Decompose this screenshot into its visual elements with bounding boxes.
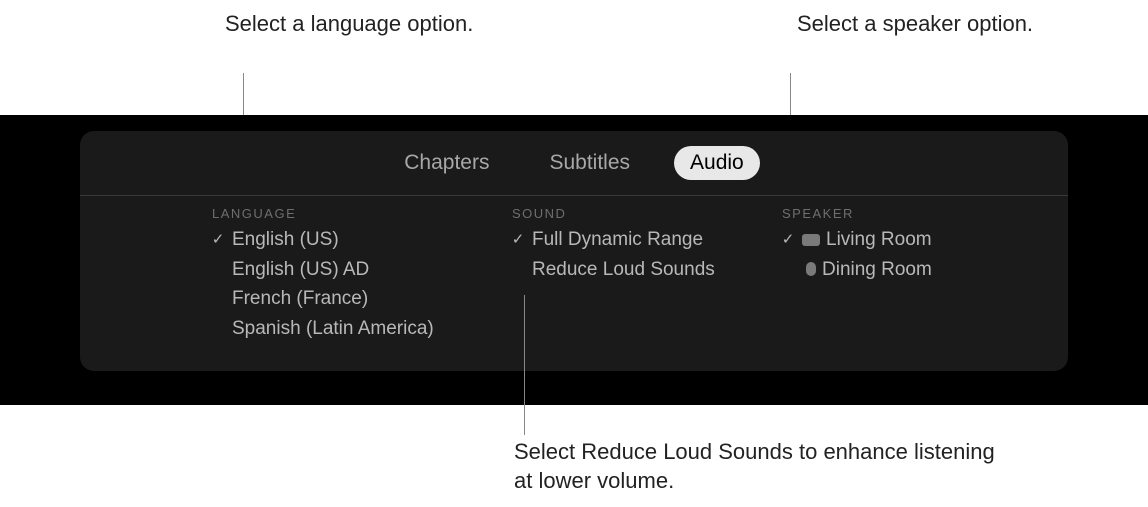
language-option-label: Spanish (Latin America)	[232, 316, 434, 342]
sound-option-label: Full Dynamic Range	[532, 227, 703, 253]
callout-sound-text: Select Reduce Loud Sounds to enhance lis…	[514, 439, 995, 493]
tab-audio-label: Audio	[690, 151, 744, 174]
check-icon: ✓	[210, 230, 226, 250]
callout-sound: Select Reduce Loud Sounds to enhance lis…	[514, 438, 1014, 495]
speaker-option-living-room[interactable]: ✓ Living Room	[780, 227, 1000, 253]
language-option-label: English (US) AD	[232, 257, 369, 283]
sound-option-full-dynamic[interactable]: ✓ Full Dynamic Range	[510, 227, 750, 253]
tab-chapters[interactable]: Chapters	[388, 146, 505, 180]
language-option-label: French (France)	[232, 286, 368, 312]
language-header: LANGUAGE	[212, 206, 470, 221]
callout-language-text: Select a language option.	[225, 11, 473, 36]
speaker-option-dining-room[interactable]: Dining Room	[780, 257, 1000, 283]
language-option-french[interactable]: French (France)	[210, 286, 470, 312]
sound-option-reduce-loud[interactable]: Reduce Loud Sounds	[510, 257, 750, 283]
tab-bar: Chapters Subtitles Audio	[80, 141, 1068, 185]
sound-header: SOUND	[512, 206, 750, 221]
tab-audio[interactable]: Audio	[674, 146, 760, 180]
columns: LANGUAGE ✓ English (US) English (US) AD …	[80, 196, 1068, 342]
language-option-spanish[interactable]: Spanish (Latin America)	[210, 316, 470, 342]
tab-chapters-label: Chapters	[404, 151, 489, 174]
language-option-label: English (US)	[232, 227, 339, 253]
tv-icon	[802, 234, 820, 246]
audio-settings-panel: Chapters Subtitles Audio LANGUAGE ✓ Engl…	[80, 131, 1068, 371]
homepod-icon	[806, 262, 816, 276]
sound-column: SOUND ✓ Full Dynamic Range Reduce Loud S…	[510, 206, 750, 342]
callout-sound-line	[524, 295, 525, 435]
callout-language: Select a language option.	[225, 10, 485, 39]
speaker-option-label: Dining Room	[822, 257, 932, 283]
tab-subtitles-label: Subtitles	[549, 151, 630, 174]
speaker-option-label: Living Room	[826, 227, 932, 253]
sound-option-label: Reduce Loud Sounds	[532, 257, 715, 283]
speaker-header: SPEAKER	[782, 206, 1000, 221]
language-option-english-us[interactable]: ✓ English (US)	[210, 227, 470, 253]
callout-speaker-text: Select a speaker option.	[797, 11, 1033, 36]
check-icon: ✓	[780, 230, 796, 250]
speaker-column: SPEAKER ✓ Living Room Dining Room	[780, 206, 1000, 342]
player-band: Chapters Subtitles Audio LANGUAGE ✓ Engl…	[0, 115, 1148, 405]
tab-subtitles[interactable]: Subtitles	[533, 146, 646, 180]
check-icon: ✓	[510, 230, 526, 250]
callout-speaker: Select a speaker option.	[797, 10, 1057, 39]
language-column: LANGUAGE ✓ English (US) English (US) AD …	[210, 206, 470, 342]
language-option-english-us-ad[interactable]: English (US) AD	[210, 257, 470, 283]
